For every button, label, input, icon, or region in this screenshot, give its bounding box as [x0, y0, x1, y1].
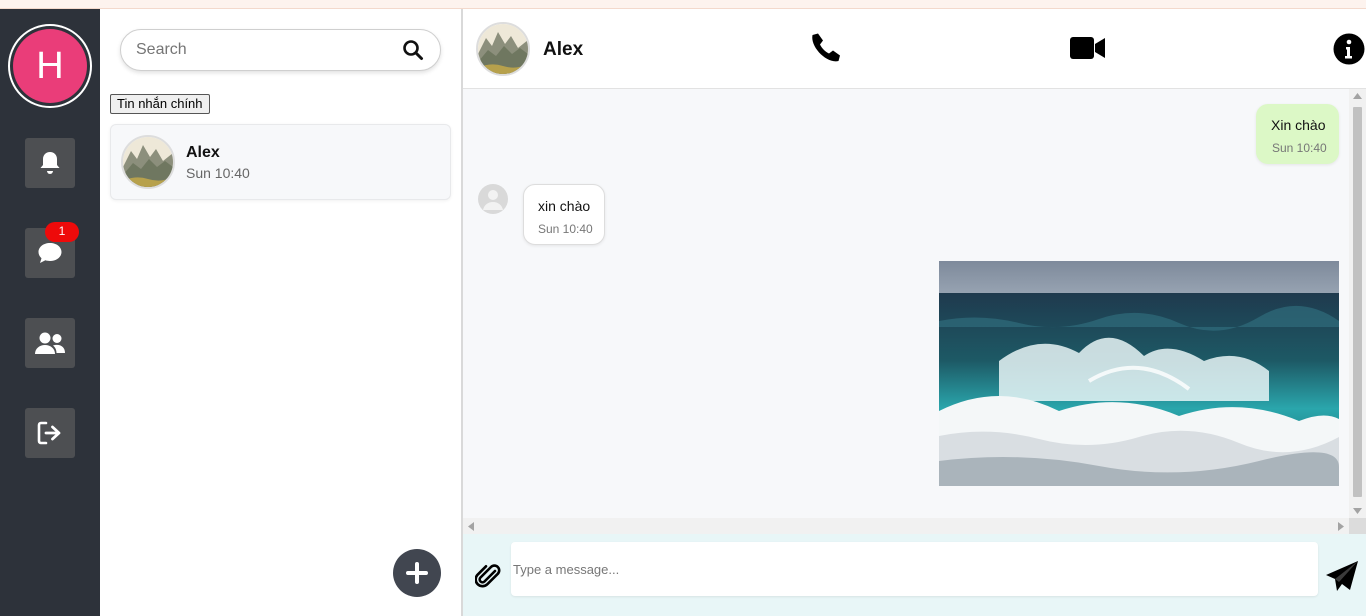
vertical-scroll-thumb[interactable] — [1353, 107, 1362, 497]
new-conversation-button[interactable] — [393, 549, 441, 597]
message-composer — [463, 534, 1366, 616]
chat-contact-avatar[interactable] — [476, 22, 530, 76]
scroll-up-arrow-icon[interactable] — [1353, 93, 1362, 99]
sender-avatar — [478, 184, 508, 214]
video-camera-icon[interactable] — [1069, 31, 1107, 65]
chat-bubble-icon — [38, 243, 62, 263]
logout-icon — [37, 421, 61, 445]
message-text: xin chào — [538, 198, 591, 214]
notifications-button[interactable] — [25, 138, 75, 188]
send-icon[interactable] — [1325, 560, 1359, 594]
scroll-down-arrow-icon[interactable] — [1353, 508, 1362, 514]
incoming-message: xin chào Sun 10:40 — [523, 184, 605, 245]
friends-button[interactable] — [25, 318, 75, 368]
contact-avatar — [121, 135, 175, 189]
browser-top-strip — [0, 0, 1366, 9]
users-icon — [35, 332, 65, 354]
message-input[interactable] — [513, 542, 1313, 596]
messages-button[interactable]: 1 — [25, 222, 79, 278]
bell-icon — [40, 152, 60, 174]
phone-icon[interactable] — [809, 31, 843, 65]
message-time: Sun 10:40 — [1272, 141, 1327, 155]
info-icon[interactable] — [1333, 33, 1365, 65]
message-list[interactable]: Xin chào Sun 10:40 xin chào Sun 10:40 — [463, 89, 1349, 518]
scrollbar-corner — [1349, 518, 1366, 534]
vertical-scrollbar[interactable] — [1349, 89, 1366, 518]
message-field — [511, 542, 1318, 596]
chat-panel: Alex Xin chào Sun 10:40 xin chào Sun 10:… — [463, 9, 1366, 616]
paperclip-icon[interactable] — [475, 562, 501, 590]
conversation-name: Alex — [186, 144, 220, 161]
message-text: Xin chào — [1271, 117, 1326, 133]
search-box — [120, 29, 441, 71]
chat-header: Alex — [463, 9, 1366, 89]
scroll-right-arrow-icon[interactable] — [1338, 522, 1344, 531]
conversation-list-panel: Tin nhắn chính Alex Sun 10:40 — [100, 9, 461, 616]
main-messages-tab[interactable]: Tin nhắn chính — [110, 94, 210, 114]
user-avatar[interactable]: H — [8, 24, 92, 108]
unread-badge: 1 — [45, 222, 79, 242]
conversation-item[interactable]: Alex Sun 10:40 — [110, 124, 451, 200]
outgoing-message: Xin chào Sun 10:40 — [1256, 104, 1339, 164]
logout-button[interactable] — [25, 408, 75, 458]
scroll-left-arrow-icon[interactable] — [468, 522, 474, 531]
conversation-time: Sun 10:40 — [186, 165, 250, 181]
ocean-wave-photo[interactable] — [939, 261, 1339, 486]
user-avatar-letter: H — [13, 29, 87, 103]
plus-icon — [406, 562, 428, 584]
nav-rail: H 1 — [0, 9, 100, 616]
message-time: Sun 10:40 — [538, 222, 593, 236]
search-icon[interactable] — [402, 39, 424, 61]
chat-contact-name: Alex — [543, 39, 584, 60]
search-input[interactable] — [136, 30, 396, 70]
horizontal-scrollbar[interactable] — [463, 518, 1349, 534]
